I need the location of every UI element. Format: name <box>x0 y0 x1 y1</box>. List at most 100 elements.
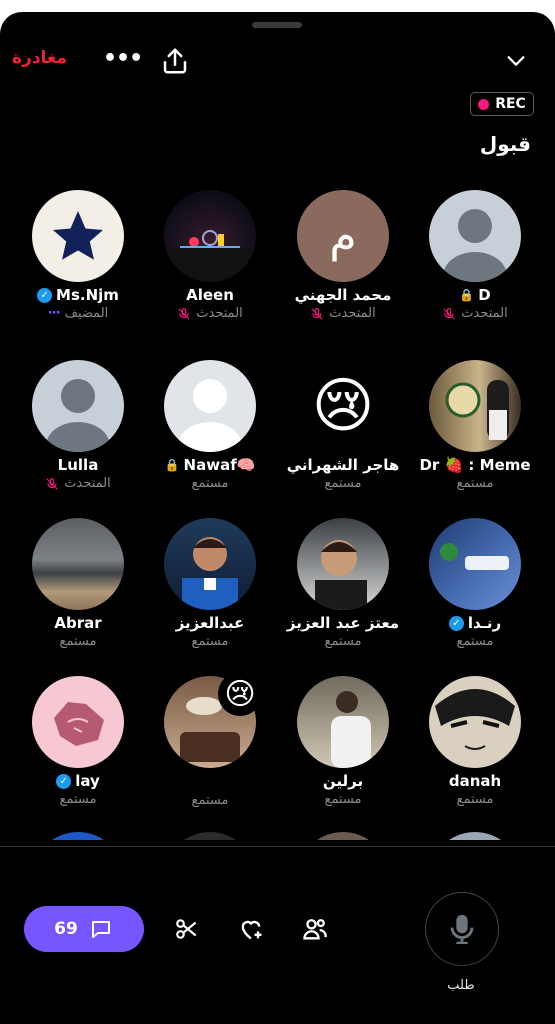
participant-role: مستمع <box>324 792 362 807</box>
mic-off-icon <box>178 307 190 320</box>
sheet-grabber[interactable] <box>252 22 302 28</box>
chevron-down-icon[interactable] <box>503 50 529 72</box>
avatar-initial: م <box>329 210 357 262</box>
participant-card[interactable] <box>150 832 270 840</box>
participant-card[interactable] <box>283 832 403 840</box>
star-icon <box>53 211 103 260</box>
photo-image <box>331 691 371 768</box>
participant-name: 🔒 Nawaf🧠 <box>164 456 256 474</box>
more-options-button[interactable]: ••• <box>103 46 143 71</box>
participant-card[interactable] <box>18 832 138 840</box>
avatar <box>32 518 124 610</box>
participant-card[interactable]: 🔒 D المتحدث <box>415 190 535 321</box>
section-title: قبول <box>479 132 531 156</box>
microphone-icon <box>450 914 474 945</box>
lock-icon: 🔒 <box>164 458 180 472</box>
participant-role: المتحدث <box>283 306 403 321</box>
avatar <box>32 190 124 282</box>
participant-card[interactable]: ✓ lay مستمع <box>18 676 138 807</box>
reaction-emoji-icon: 😢 <box>218 672 262 716</box>
participant-name <box>150 772 270 791</box>
avatar <box>32 832 124 840</box>
participant-card[interactable]: معتز عبد العزيز مستمع <box>283 518 403 649</box>
avatar <box>32 360 124 452</box>
space-sheet: مغادرة ••• REC قبول 🔒 D المتحدث م محمد ال… <box>0 12 555 1024</box>
participant-card[interactable]: Lulla المتحدث <box>18 360 138 491</box>
verified-badge-icon: ✓ <box>448 615 464 631</box>
participant-role: مستمع <box>324 634 362 649</box>
avatar <box>429 360 521 452</box>
share-icon[interactable] <box>160 46 190 76</box>
avatar <box>297 832 389 840</box>
participant-name: برلين <box>322 772 364 790</box>
recording-badge: REC <box>470 92 534 116</box>
host-indicator-icon: ··· <box>47 306 61 321</box>
people-button[interactable] <box>300 914 330 944</box>
participant-card[interactable]: 😢 مستمع <box>150 672 270 808</box>
participant-card[interactable]: 🔒 Nawaf🧠 مستمع <box>150 360 270 491</box>
avatar <box>297 676 389 768</box>
request-label: طلب <box>447 978 475 993</box>
mic-off-icon <box>443 307 455 320</box>
participant-name: 🔒 D <box>459 286 491 304</box>
participant-card[interactable]: danah مستمع <box>415 676 535 807</box>
participants-grid: 🔒 D المتحدث م محمد الجهني المتحدث Aleen ا… <box>0 190 555 840</box>
participant-role: مستمع <box>191 476 229 491</box>
participant-role: مستمع <box>456 476 494 491</box>
participant-card[interactable] <box>415 832 535 840</box>
map-emblem-image <box>54 702 104 746</box>
participant-card[interactable]: 😢 هاجر الشهراني مستمع <box>283 360 403 491</box>
heart-plus-icon <box>241 920 262 940</box>
participant-name: Abrar <box>54 614 102 632</box>
participant-card[interactable]: Dr 🍓 : Meme مستمع <box>415 360 535 491</box>
city-lights-image <box>164 230 256 282</box>
default-avatar-icon <box>178 379 242 452</box>
clip-button[interactable] <box>172 914 202 944</box>
participant-card[interactable]: برلين مستمع <box>283 676 403 807</box>
participant-role: مستمع <box>59 792 97 807</box>
participant-name: عبدالعزيز <box>175 614 245 632</box>
crying-face-icon: 😢 <box>311 371 375 441</box>
verified-badge-icon: ✓ <box>37 287 53 303</box>
participant-name: هاجر الشهراني <box>286 456 400 474</box>
scissors-icon <box>176 919 197 939</box>
participant-name: danah <box>448 772 502 790</box>
footer-divider <box>0 846 555 847</box>
avatar <box>164 518 256 610</box>
participant-card[interactable]: عبدالعزيز مستمع <box>150 518 270 649</box>
participant-name: Aleen <box>186 286 234 304</box>
avatar <box>429 518 521 610</box>
avatar: م <box>297 190 389 282</box>
participant-card[interactable]: Aleen المتحدث <box>150 190 270 321</box>
participant-role: المتحدث <box>150 306 270 321</box>
participant-name: Dr 🍓 : Meme <box>419 456 531 474</box>
request-mic-button[interactable] <box>425 892 499 966</box>
participant-role: مستمع <box>324 476 362 491</box>
avatar <box>297 518 389 610</box>
recording-label: REC <box>495 96 526 112</box>
participant-name: ✓ Ms.Njm <box>18 286 138 304</box>
participant-card[interactable]: Abrar مستمع <box>18 518 138 649</box>
participant-role: ··· المضيف <box>47 306 109 321</box>
verified-badge-icon: ✓ <box>56 773 72 789</box>
chat-count: 69 <box>54 919 78 939</box>
anime-portrait-image <box>435 689 515 750</box>
participant-card[interactable]: ✓ رنـدا مستمع <box>415 518 535 649</box>
avatar <box>429 190 521 282</box>
participant-card[interactable]: م محمد الجهني المتحدث <box>283 190 403 321</box>
participant-name: ✓ رنـدا <box>415 614 535 632</box>
leave-button[interactable]: مغادرة <box>12 48 67 68</box>
people-icon <box>303 919 327 940</box>
participant-role: مستمع <box>456 792 494 807</box>
participant-name: ✓ lay <box>18 772 138 790</box>
avatar <box>429 832 521 840</box>
participant-card[interactable]: ✓ Ms.Njm ··· المضيف <box>18 190 138 321</box>
react-button[interactable] <box>236 914 266 944</box>
lock-icon: 🔒 <box>459 288 475 302</box>
avatar <box>164 190 256 282</box>
team-logo-image <box>440 543 509 570</box>
portrait-image <box>315 540 367 610</box>
mic-off-icon <box>311 307 323 320</box>
avatar <box>164 360 256 452</box>
chat-button[interactable]: 69 <box>24 906 144 952</box>
